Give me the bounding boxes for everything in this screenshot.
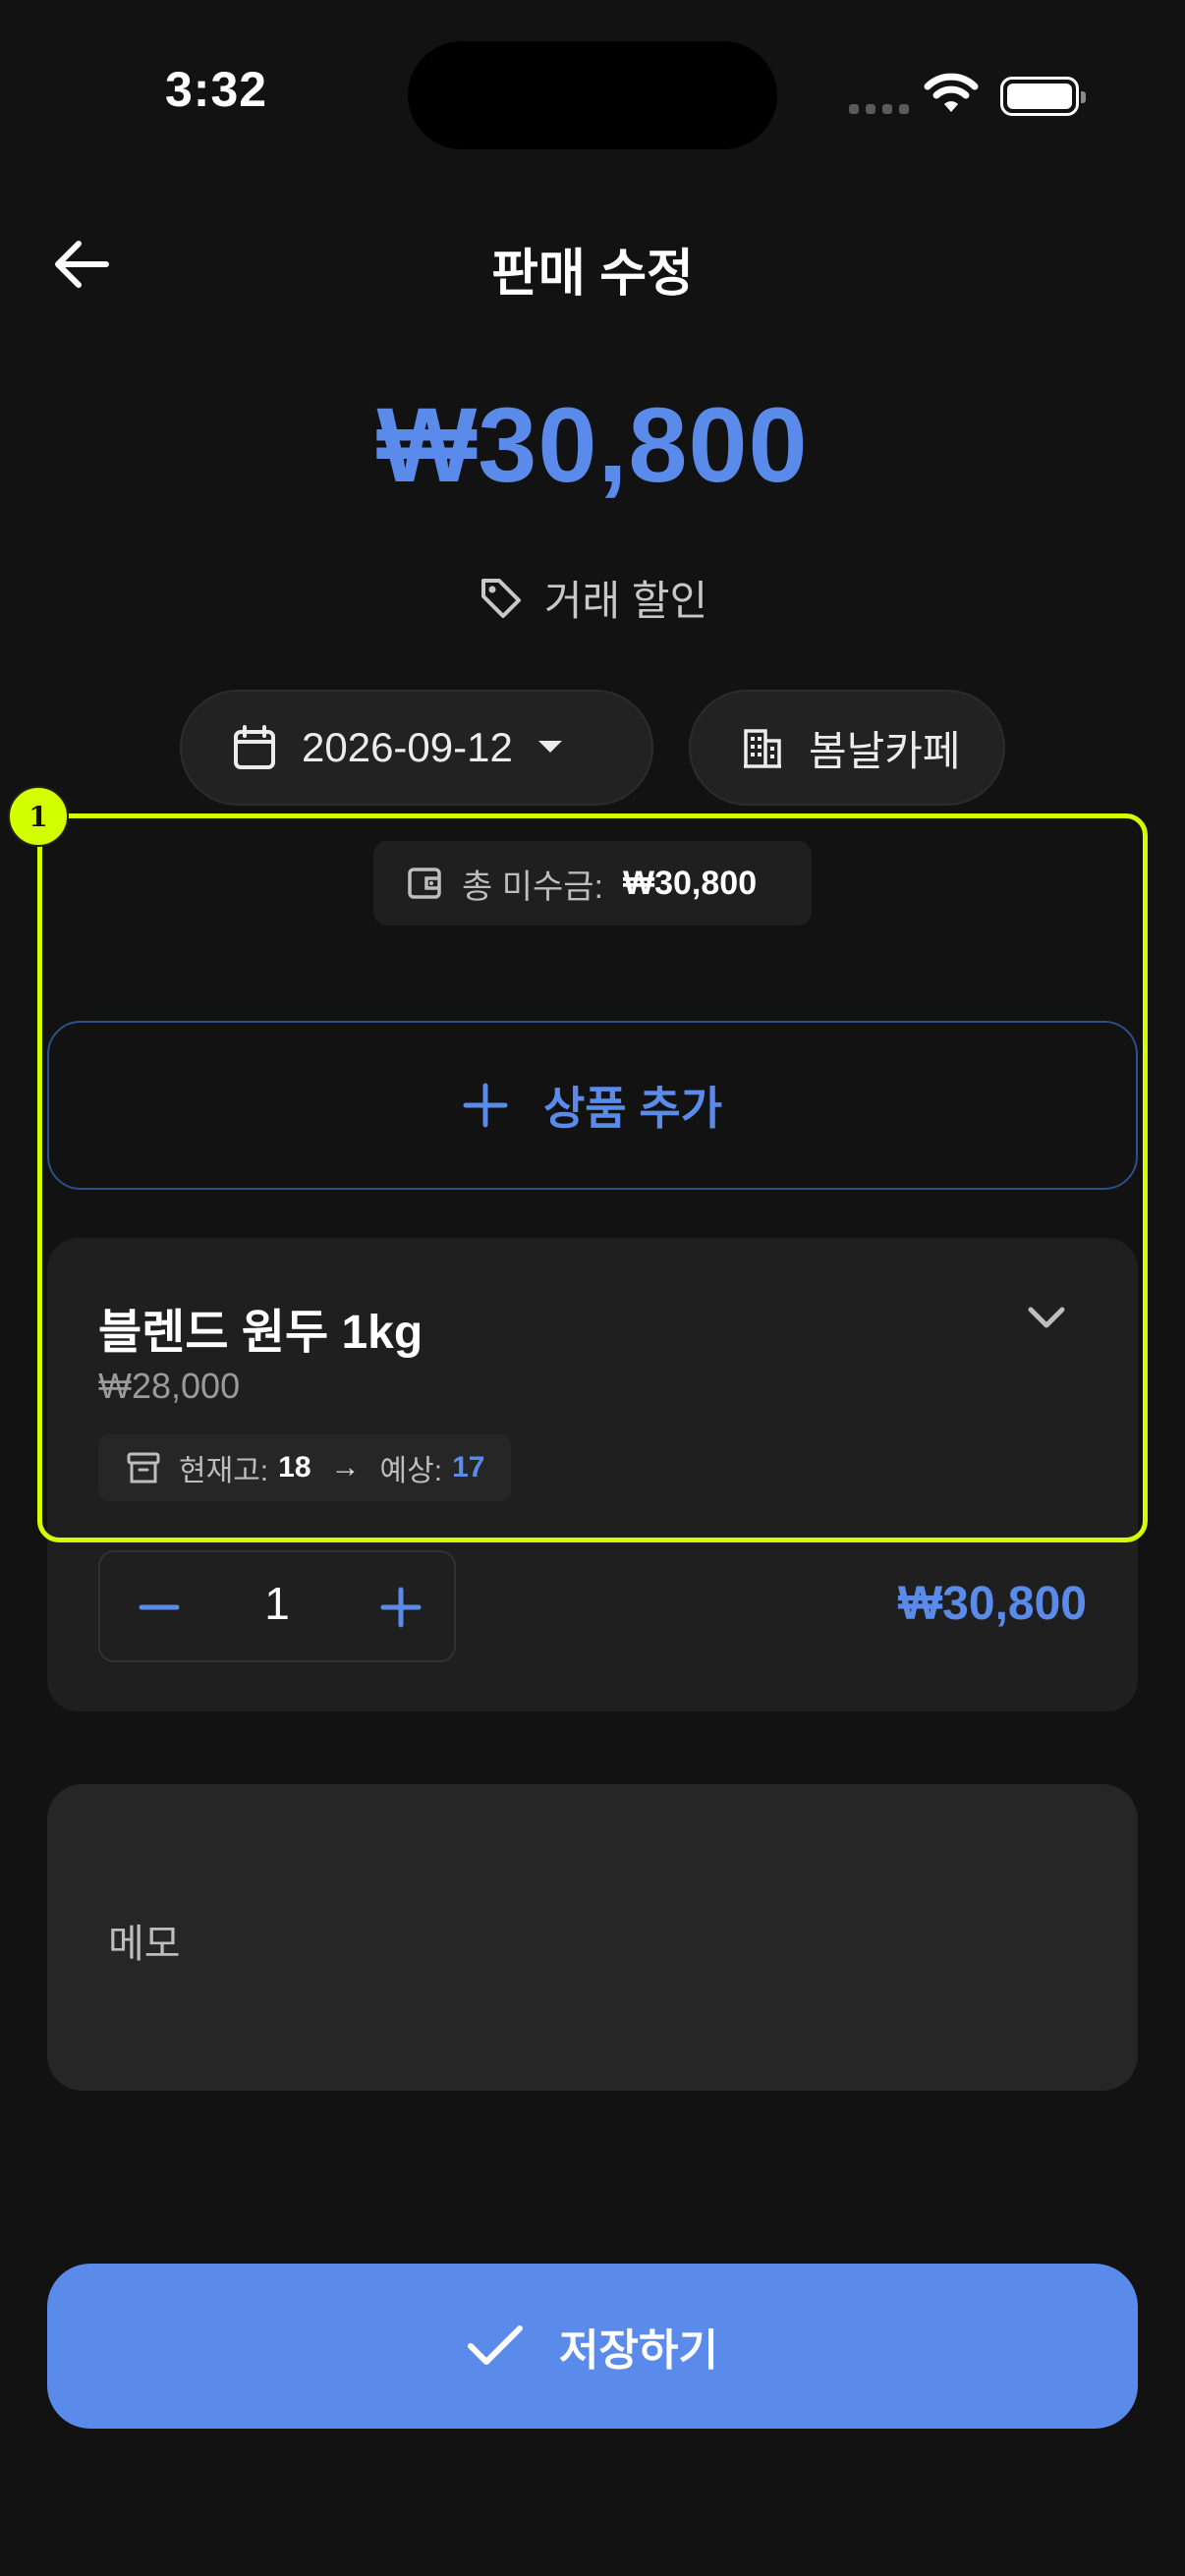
line-total: ₩30,800 bbox=[897, 1578, 1087, 1630]
annotation-highlight-box bbox=[37, 813, 1148, 1542]
sale-amount: ₩30,800 bbox=[376, 385, 809, 504]
store-selector[interactable]: 봄날카페 bbox=[689, 690, 1005, 806]
quantity-value[interactable]: 1 bbox=[246, 1577, 309, 1630]
save-button[interactable]: 저장하기 bbox=[47, 2264, 1138, 2429]
tag-icon bbox=[480, 578, 521, 618]
save-label: 저장하기 bbox=[559, 2326, 718, 2375]
minus-icon[interactable] bbox=[132, 1580, 187, 1635]
wifi-icon bbox=[924, 73, 979, 112]
memo-placeholder: 메모 bbox=[108, 1923, 181, 1966]
discount-link[interactable]: 거래 할인 bbox=[0, 568, 1185, 628]
annotation-badge: 1 bbox=[8, 786, 69, 847]
memo-field[interactable] bbox=[47, 1784, 1138, 2091]
plus-icon[interactable] bbox=[373, 1580, 428, 1635]
chevron-down-icon bbox=[537, 741, 562, 753]
date-value: 2026-09-12 bbox=[302, 724, 513, 770]
battery-icon bbox=[1000, 77, 1086, 116]
date-selector[interactable]: 2026-09-12 bbox=[180, 690, 653, 806]
page-title: 판매 수정 bbox=[491, 246, 694, 303]
building-icon bbox=[744, 729, 781, 768]
dynamic-island bbox=[408, 41, 777, 149]
calendar-icon bbox=[234, 725, 275, 769]
status-time: 3:32 bbox=[165, 62, 268, 117]
signal-dots-icon bbox=[849, 104, 909, 114]
store-name: 봄날카페 bbox=[809, 727, 961, 774]
check-icon bbox=[468, 2325, 524, 2365]
discount-label: 거래 할인 bbox=[543, 578, 708, 624]
